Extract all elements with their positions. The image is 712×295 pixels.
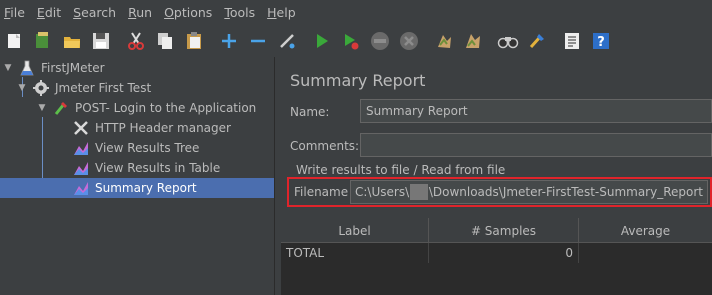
menu-options[interactable]: Options xyxy=(164,5,220,20)
menu-search[interactable]: Search xyxy=(73,5,124,20)
new-icon[interactable] xyxy=(2,29,26,53)
shutdown-icon[interactable] xyxy=(397,29,421,53)
tree-item-label: View Results in Table xyxy=(95,161,221,175)
test-plan-tree: ▼ FirstJMeter ▼ Jmeter First Test ▼ POST… xyxy=(0,57,274,295)
column-header-average[interactable]: Average xyxy=(579,218,712,243)
pipette-icon xyxy=(52,100,70,116)
comments-field[interactable] xyxy=(360,133,712,157)
svg-text:?: ? xyxy=(597,35,605,50)
tree-item-firstjmeter[interactable]: ▼ FirstJMeter xyxy=(0,58,274,78)
table-row[interactable]: TOTAL 0 xyxy=(281,243,712,263)
menu-edit[interactable]: Edit xyxy=(37,5,69,20)
toolbar: ? xyxy=(0,24,712,57)
menu-bar: File Edit Search Run Options Tools Help xyxy=(0,0,712,24)
tree-item-label: View Results Tree xyxy=(95,141,200,155)
clear-all-icon[interactable] xyxy=(461,29,485,53)
function-helper-icon[interactable] xyxy=(560,29,584,53)
chart-icon xyxy=(72,160,90,176)
tree-item-view-results-tree[interactable]: View Results Tree xyxy=(0,138,274,158)
menu-help[interactable]: Help xyxy=(267,5,304,20)
panel-splitter[interactable] xyxy=(274,57,281,295)
column-header-label[interactable]: Label xyxy=(281,218,429,243)
help-icon[interactable]: ? xyxy=(589,29,613,53)
chart-icon xyxy=(72,140,90,156)
stop-icon[interactable] xyxy=(368,29,392,53)
filename-suffix: \Downloads\Jmeter-FirstTest-Summary_Repo… xyxy=(428,185,703,199)
tree-item-label: POST- Login to the Application xyxy=(75,101,257,115)
redacted-username xyxy=(410,184,428,200)
tree-item-post-login[interactable]: ▼ POST- Login to the Application xyxy=(0,98,274,118)
chart-icon xyxy=(72,180,90,196)
filename-highlight: Filename C:\Users\ \Downloads\Jmeter-Firs… xyxy=(287,177,712,207)
reset-search-icon[interactable] xyxy=(525,29,549,53)
page-title: Summary Report xyxy=(290,71,426,90)
write-results-label: Write results to file / Read from file xyxy=(296,163,506,177)
copy-icon[interactable] xyxy=(153,29,177,53)
tree-item-label: Summary Report xyxy=(95,181,197,195)
summary-report-panel: Summary Report Name: Summary Report Comm… xyxy=(281,57,712,295)
search-icon[interactable] xyxy=(496,29,520,53)
save-icon[interactable] xyxy=(89,29,113,53)
collapse-toggle-icon[interactable]: ▼ xyxy=(36,103,48,113)
name-label: Name: xyxy=(290,105,330,119)
gear-icon xyxy=(32,80,50,96)
templates-icon[interactable] xyxy=(31,29,55,53)
cell-label: TOTAL xyxy=(281,243,429,263)
tree-item-view-results-in-table[interactable]: View Results in Table xyxy=(0,158,274,178)
start-no-pause-icon[interactable] xyxy=(339,29,363,53)
filename-label: Filename xyxy=(294,185,349,199)
collapse-icon[interactable] xyxy=(246,29,270,53)
menu-file[interactable]: File xyxy=(4,5,33,20)
toggle-icon[interactable] xyxy=(275,29,299,53)
cell-samples: 0 xyxy=(429,243,579,263)
tree-item-http-header-manager[interactable]: HTTP Header manager xyxy=(0,118,274,138)
paste-icon[interactable] xyxy=(182,29,206,53)
menu-run[interactable]: Run xyxy=(128,5,160,20)
filename-field[interactable]: C:\Users\ \Downloads\Jmeter-FirstTest-Sum… xyxy=(350,180,708,204)
column-header-samples[interactable]: # Samples xyxy=(429,218,579,243)
collapse-toggle-icon[interactable]: ▼ xyxy=(2,63,14,73)
tree-item-label: Jmeter First Test xyxy=(55,81,152,95)
tree-item-summary-report[interactable]: Summary Report xyxy=(0,178,274,198)
table-header: Label # Samples Average xyxy=(281,218,712,243)
wrench-icon xyxy=(72,120,90,136)
flask-icon xyxy=(18,60,36,76)
tree-item-label: HTTP Header manager xyxy=(95,121,231,135)
expand-icon[interactable] xyxy=(217,29,241,53)
open-icon[interactable] xyxy=(60,29,84,53)
summary-table: Label # Samples Average TOTAL 0 xyxy=(281,218,712,295)
name-field[interactable]: Summary Report xyxy=(360,99,712,123)
cell-average xyxy=(579,243,712,263)
comments-label: Comments: xyxy=(290,139,360,153)
menu-tools[interactable]: Tools xyxy=(224,5,263,20)
filename-prefix: C:\Users\ xyxy=(355,185,410,199)
clear-icon[interactable] xyxy=(432,29,456,53)
start-icon[interactable] xyxy=(310,29,334,53)
cut-icon[interactable] xyxy=(124,29,148,53)
tree-item-jmeter-first-test[interactable]: ▼ Jmeter First Test xyxy=(0,78,274,98)
collapse-toggle-icon[interactable]: ▼ xyxy=(16,83,28,93)
tree-item-label: FirstJMeter xyxy=(41,61,105,75)
